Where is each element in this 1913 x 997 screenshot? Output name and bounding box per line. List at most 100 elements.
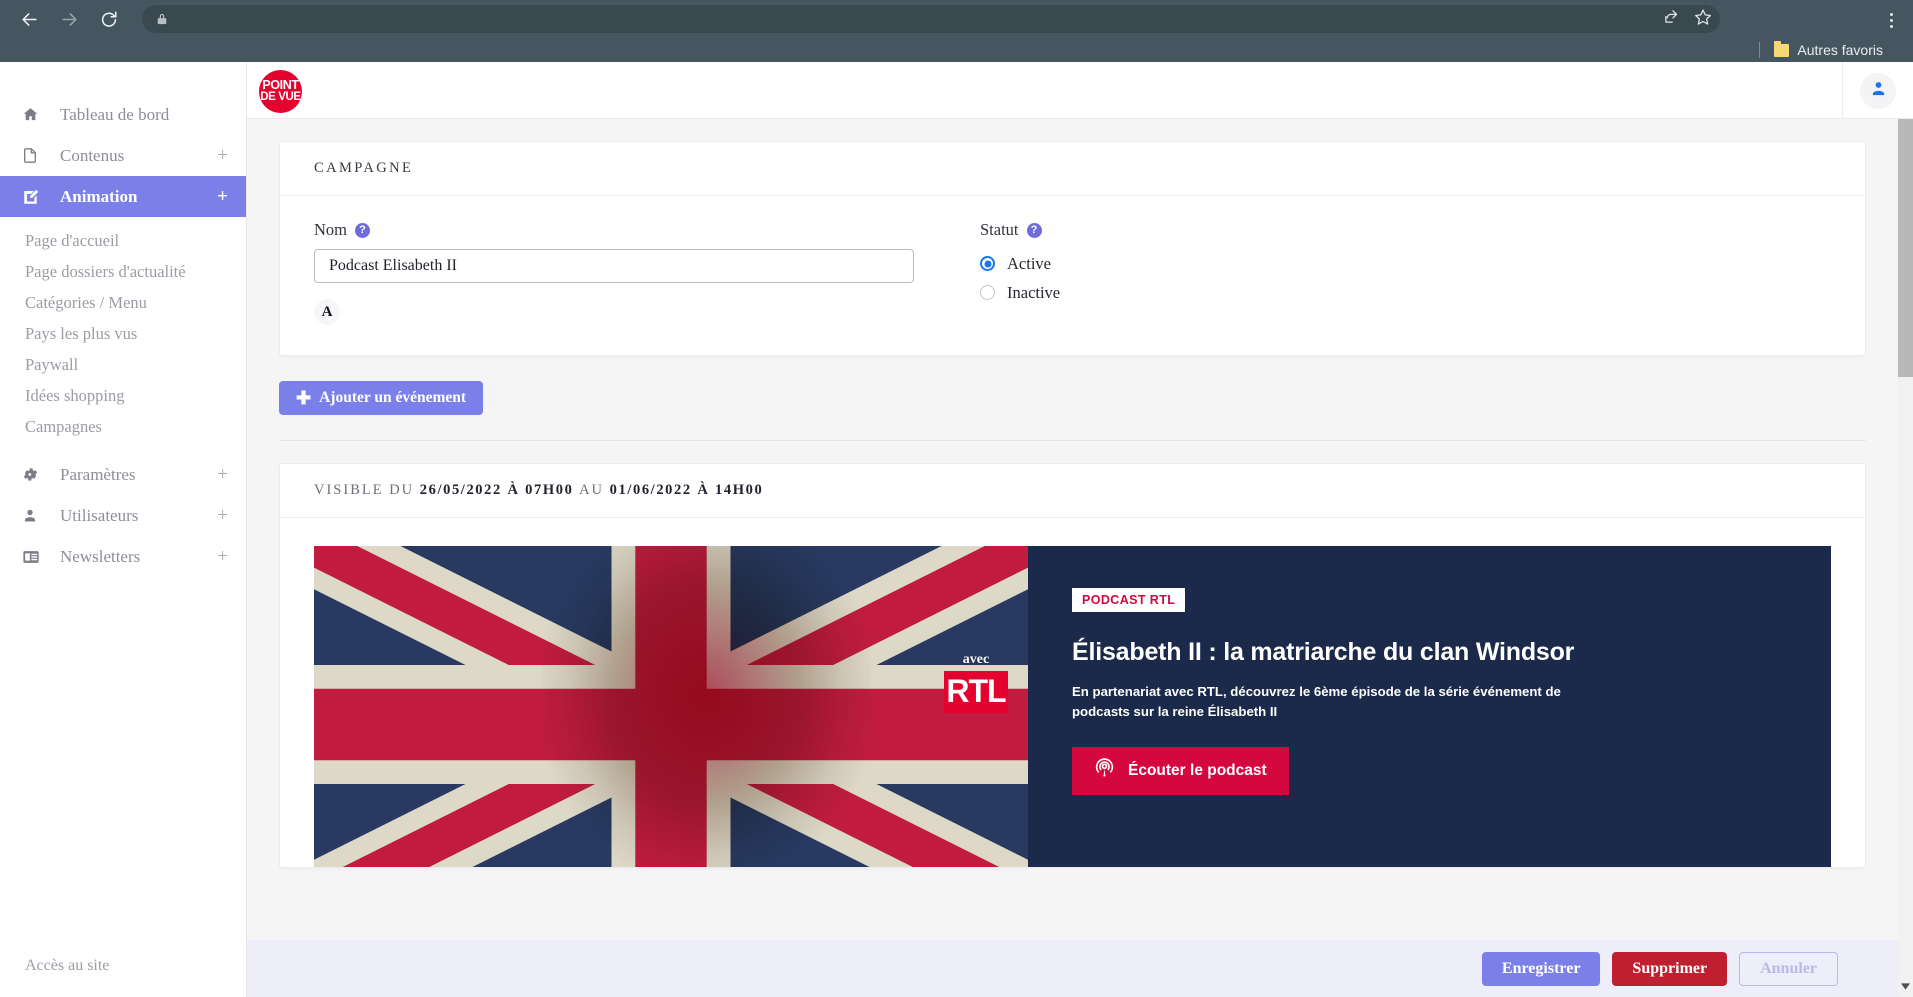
sidebar-subitem-idees-shopping[interactable]: Idées shopping — [0, 380, 246, 411]
reload-icon — [100, 10, 118, 28]
sidebar-subitem-categories-menu[interactable]: Catégories / Menu — [0, 287, 246, 318]
share-icon[interactable] — [1663, 8, 1680, 30]
listen-podcast-button[interactable]: Écouter le podcast — [1072, 746, 1289, 795]
campaign-name-input[interactable] — [314, 249, 914, 283]
address-bar[interactable] — [142, 5, 1720, 33]
sidebar-item-contenus[interactable]: Contenus + — [0, 135, 246, 176]
save-button[interactable]: Enregistrer — [1481, 951, 1601, 986]
radio-inactive-label: Inactive — [1007, 282, 1061, 302]
header-divider — [1842, 62, 1843, 119]
sidebar-item-label: Utilisateurs — [60, 505, 139, 525]
visible-a-2: À — [697, 482, 710, 498]
sidebar-subitem-pays-les-plus-vus[interactable]: Pays les plus vus — [0, 318, 246, 349]
sidebar-expand-icon[interactable]: + — [217, 506, 228, 525]
sidebar-subitem-paywall[interactable]: Paywall — [0, 349, 246, 380]
kebab-menu-icon[interactable] — [1879, 8, 1903, 32]
app-header: POINT DE VUE — [247, 62, 1913, 119]
home-icon — [22, 106, 48, 123]
browser-chrome: Autres favoris — [0, 0, 1913, 62]
name-field-group: Nom ? A — [314, 220, 914, 325]
podcast-microphone-icon — [1094, 758, 1115, 784]
banner-image: avec RTL — [314, 546, 1028, 867]
bookmarks-divider — [1759, 42, 1761, 58]
event-banner-wrap: avec RTL PODCAST RTL Élisabeth II : la m… — [280, 518, 1865, 867]
text-format-button[interactable]: A — [314, 299, 340, 325]
sidebar-item-newsletters[interactable]: Newsletters + — [0, 536, 246, 577]
status-option-active[interactable]: Active — [980, 249, 1060, 278]
help-icon[interactable]: ? — [1026, 222, 1042, 238]
event-card: VISIBLE DU 26/05/2022 À 07H00 AU 01/06/2… — [279, 463, 1866, 868]
event-visibility-header: VISIBLE DU 26/05/2022 À 07H00 AU 01/06/2… — [280, 464, 1865, 518]
main-scrollbar[interactable] — [1898, 119, 1913, 997]
browser-toolbar — [0, 0, 1913, 38]
sidebar-subitem-page-dossiers-actualite[interactable]: Page dossiers d'actualité — [0, 256, 246, 287]
status-label-row: Statut ? — [980, 220, 1060, 240]
visible-end-time: 14H00 — [715, 482, 764, 498]
sidebar-item-parametres[interactable]: Paramètres + — [0, 454, 246, 495]
banner-title: Élisabeth II : la matriarche du clan Win… — [1072, 638, 1575, 666]
sidebar-item-tableau-de-bord[interactable]: Tableau de bord — [0, 94, 246, 135]
banner-description: En partenariat avec RTL, découvrez le 6è… — [1072, 684, 1561, 720]
avatar[interactable] — [1860, 73, 1896, 109]
visible-prefix: VISIBLE DU — [314, 482, 415, 498]
edit-square-icon — [22, 188, 48, 206]
content-wrapper: CAMPAGNE Nom ? A — [247, 141, 1898, 868]
sidebar-animation-subitems: Page d'accueil Page dossiers d'actualité… — [0, 217, 246, 442]
sidebar-nav: Tableau de bord Contenus + Animation + P… — [0, 62, 246, 577]
sidebar-item-utilisateurs[interactable]: Utilisateurs + — [0, 495, 246, 536]
campaign-form-row: Nom ? A Statut ? — [314, 220, 1831, 325]
bookmarks-bar: Autres favoris — [0, 38, 1913, 62]
form-action-bar: Enregistrer Supprimer Annuler — [247, 940, 1898, 997]
point-de-vue-logo[interactable]: POINT DE VUE — [259, 70, 302, 113]
sidebar-expand-icon[interactable]: + — [217, 187, 228, 206]
radio-active-label: Active — [1007, 253, 1051, 273]
user-icon — [22, 507, 48, 524]
sidebar-footer: Accès au site — [0, 957, 247, 997]
scrollbar-thumb[interactable] — [1898, 119, 1913, 377]
status-badge: PODCAST RTL — [1072, 588, 1186, 612]
other-favorites-label[interactable]: Autres favoris — [1797, 42, 1883, 58]
site-access-link[interactable]: Accès au site — [25, 957, 247, 975]
scrollbar-down-arrow[interactable] — [1898, 979, 1913, 993]
sidebar-expand-icon[interactable]: + — [217, 465, 228, 484]
back-button[interactable] — [12, 2, 46, 36]
rtl-partner-badge: avec RTL — [944, 652, 1008, 713]
banner-text-panel: PODCAST RTL Élisabeth II : la matriarche… — [1028, 546, 1831, 867]
add-event-button[interactable]: ✚ Ajouter un événement — [279, 381, 484, 415]
rtl-logo: RTL — [944, 671, 1008, 713]
help-icon[interactable]: ? — [355, 222, 370, 238]
event-banner[interactable]: avec RTL PODCAST RTL Élisabeth II : la m… — [314, 546, 1831, 867]
delete-button[interactable]: Supprimer — [1612, 951, 1728, 986]
sidebar-subitem-page-daccueil[interactable]: Page d'accueil — [0, 225, 246, 256]
visible-start-time: 07H00 — [525, 482, 574, 498]
back-arrow-icon — [20, 10, 39, 29]
sidebar-expand-icon[interactable]: + — [217, 146, 228, 165]
radio-inactive[interactable] — [980, 285, 995, 300]
visible-end-date: 01/06/2022 — [609, 482, 692, 498]
sidebar-item-label: Tableau de bord — [60, 104, 170, 124]
sidebar-item-animation[interactable]: Animation + — [0, 176, 246, 217]
plus-icon: ✚ — [296, 388, 312, 408]
status-option-inactive[interactable]: Inactive — [980, 278, 1060, 307]
newsletter-icon — [22, 549, 48, 565]
sidebar-subitem-campagnes[interactable]: Campagnes — [0, 411, 246, 442]
sidebar-expand-icon[interactable]: + — [217, 547, 228, 566]
forward-arrow-icon — [60, 10, 79, 29]
listen-podcast-label: Écouter le podcast — [1128, 761, 1267, 779]
cancel-button[interactable]: Annuler — [1739, 951, 1838, 986]
elisabeth-portrait-overlay — [542, 546, 871, 867]
visible-a-1: À — [507, 482, 520, 498]
forward-button[interactable] — [52, 2, 86, 36]
campaign-form: Nom ? A Statut ? — [280, 196, 1865, 355]
star-icon[interactable] — [1694, 8, 1712, 31]
campaign-section-title: CAMPAGNE — [280, 142, 1865, 196]
radio-active[interactable] — [980, 256, 995, 271]
status-field-group: Statut ? Active Inactive — [980, 220, 1060, 325]
main-content: CAMPAGNE Nom ? A — [247, 119, 1898, 997]
campaign-card: CAMPAGNE Nom ? A — [279, 141, 1866, 356]
gear-icon — [22, 466, 48, 483]
sidebar-item-label: Contenus — [60, 145, 125, 165]
name-label: Nom — [314, 220, 347, 239]
app-shell: Tableau de bord Contenus + Animation + P… — [0, 62, 1913, 997]
reload-button[interactable] — [92, 2, 126, 36]
